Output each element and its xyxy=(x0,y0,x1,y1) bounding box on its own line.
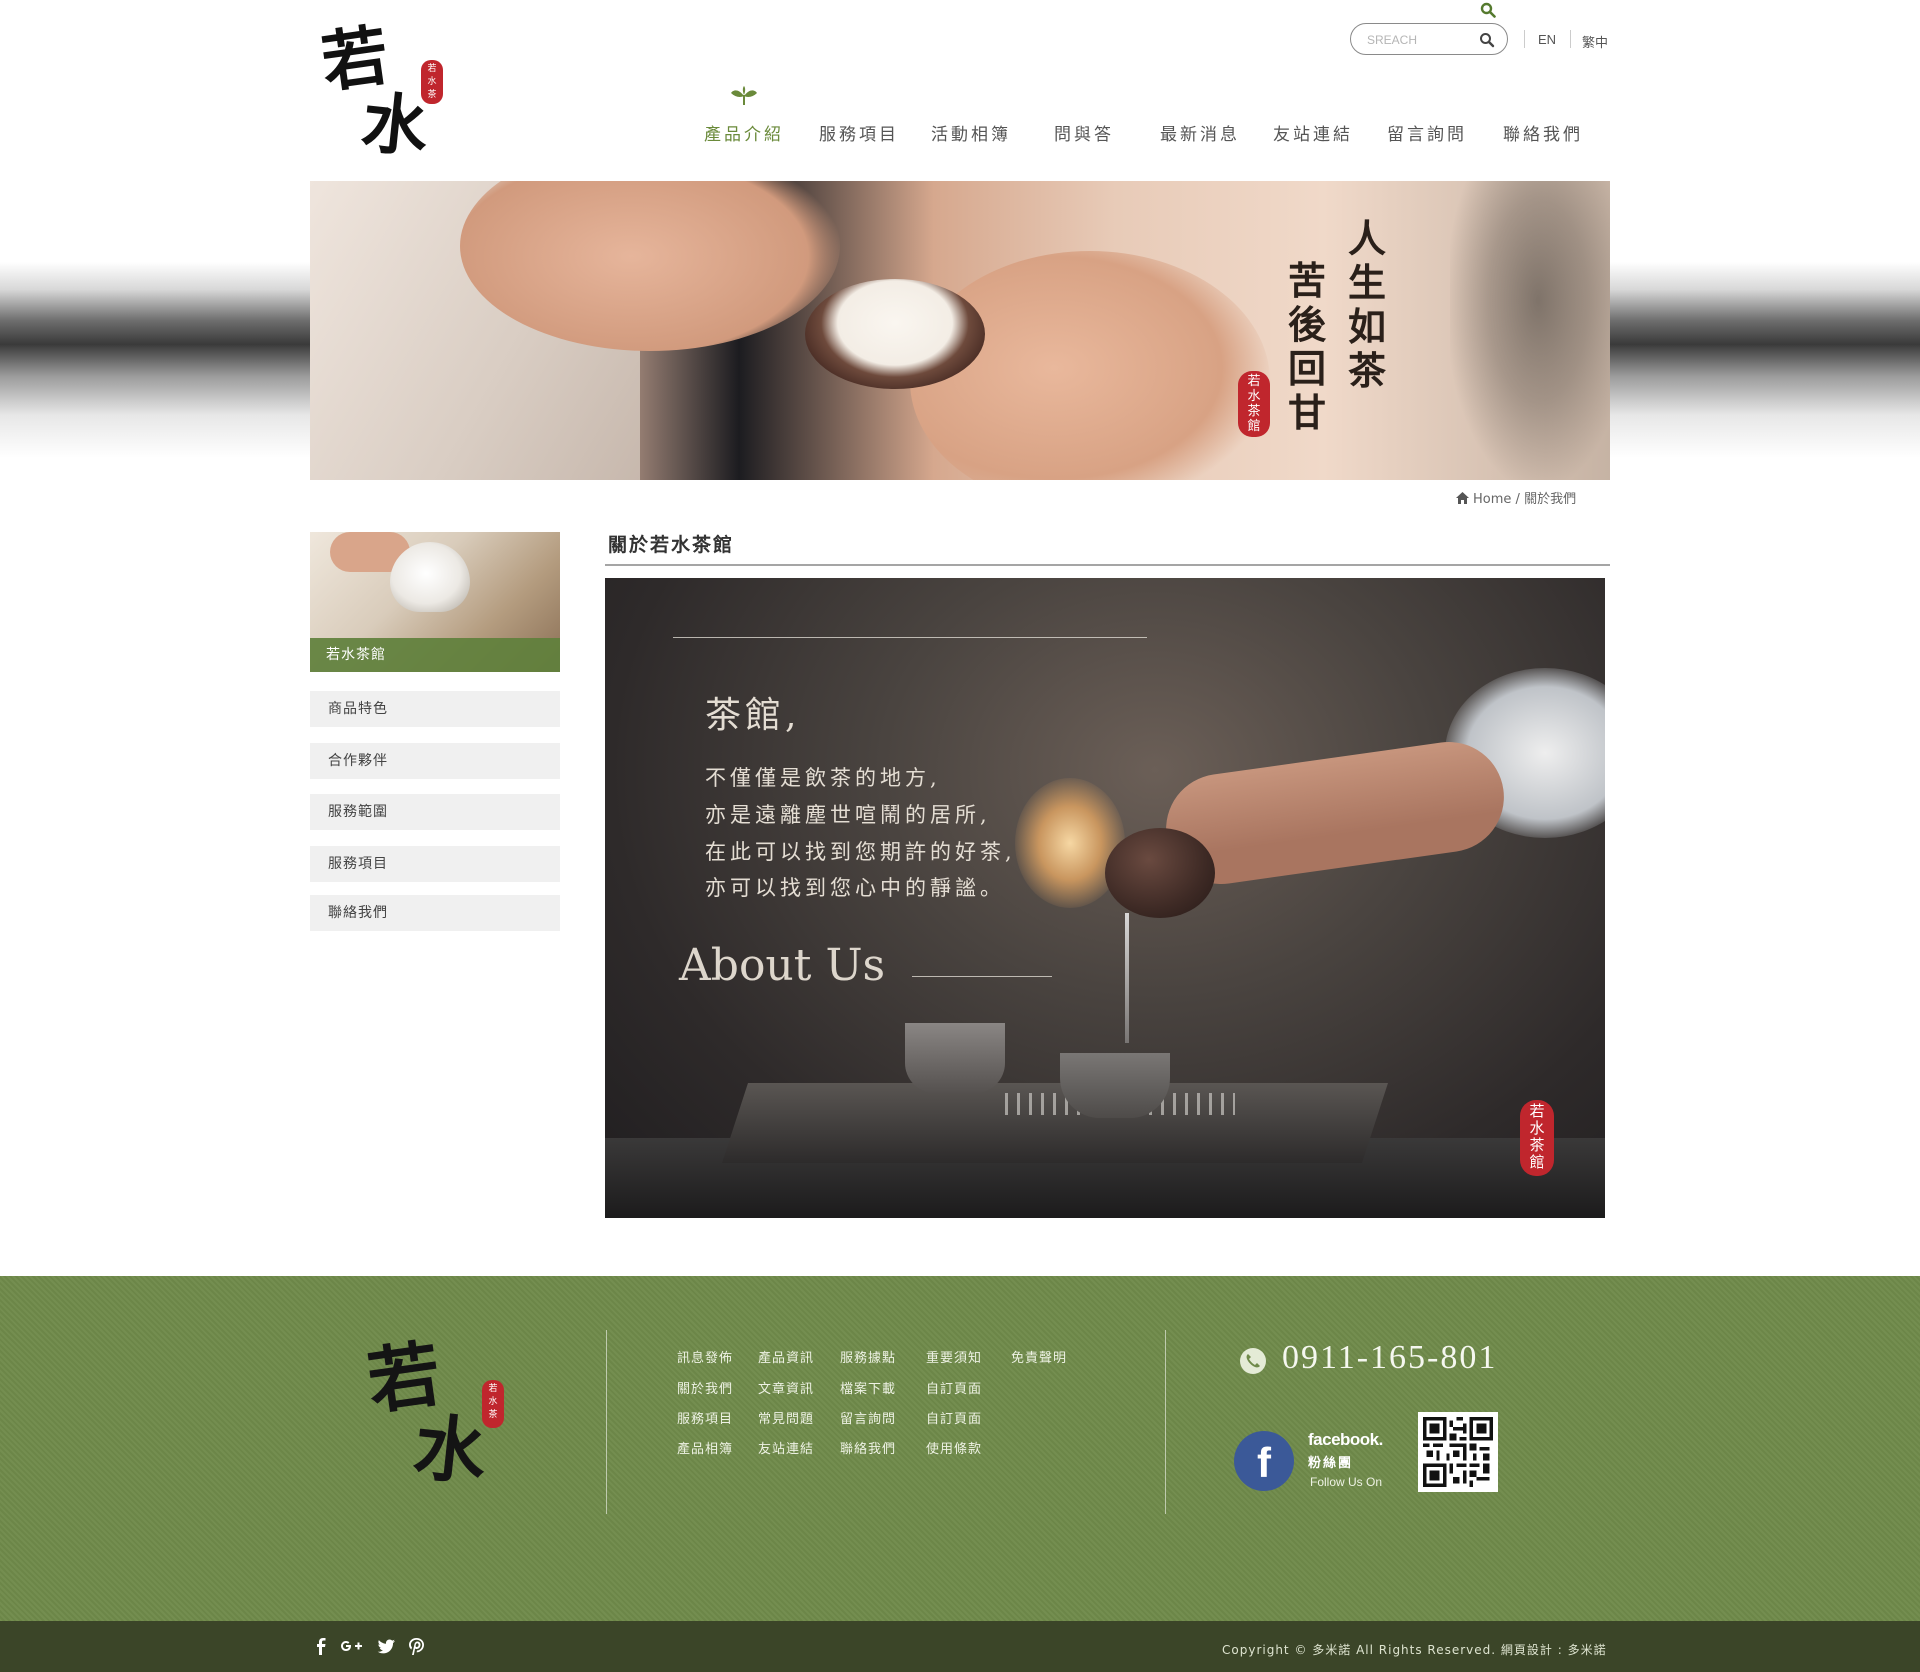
tea-stream xyxy=(1125,913,1129,1043)
nav-item-contact[interactable]: 聯絡我們 xyxy=(1503,120,1583,145)
footer-link[interactable]: 重要須知 xyxy=(926,1347,982,1366)
divider xyxy=(912,976,1052,977)
footer-link[interactable]: 產品相簿 xyxy=(677,1438,733,1457)
photo-teapot xyxy=(1105,828,1215,918)
sidebar-item-contact[interactable]: 聯絡我們 xyxy=(310,895,560,931)
mist-mountains xyxy=(1610,262,1920,458)
photo-teapot xyxy=(390,542,470,612)
breadcrumb-current: 關於我們 xyxy=(1524,492,1577,507)
follow-us-label: Follow Us On xyxy=(1310,1475,1383,1489)
leaf-icon xyxy=(731,86,757,105)
footer-link[interactable]: 留言詢問 xyxy=(840,1408,896,1427)
footer-link[interactable]: 使用條款 xyxy=(926,1438,982,1457)
facebook-wordmark[interactable]: facebook. xyxy=(1308,1430,1383,1450)
sidebar-item-services[interactable]: 服務項目 xyxy=(310,846,560,882)
about-line: 亦是遠離塵世喧鬧的居所, xyxy=(705,803,991,827)
sidebar-photo-caption: 若水茶館 xyxy=(310,638,560,672)
facebook-icon[interactable]: f xyxy=(1234,1431,1294,1491)
lang-en-link[interactable]: EN xyxy=(1538,32,1556,47)
page-title: 關於若水茶館 xyxy=(608,534,735,556)
nav-item-links[interactable]: 友站連結 xyxy=(1273,120,1353,145)
facebook-icon[interactable] xyxy=(310,1635,332,1657)
footer-link[interactable]: 檔案下載 xyxy=(840,1378,896,1397)
footer-link[interactable]: 自訂頁面 xyxy=(926,1378,982,1397)
banner-tea-cup xyxy=(805,279,985,389)
breadcrumb-home-link[interactable]: Home xyxy=(1473,492,1511,507)
breadcrumb: Home / 關於我們 xyxy=(1456,488,1576,507)
bottom-bar xyxy=(0,1621,1920,1672)
footer-link[interactable]: 產品資訊 xyxy=(758,1347,814,1366)
tea-cups xyxy=(905,1023,1005,1093)
mist-mountains xyxy=(0,262,310,458)
footer-link[interactable]: 常見問題 xyxy=(758,1408,814,1427)
logo-char: 水 xyxy=(409,1403,491,1496)
divider xyxy=(1165,1330,1166,1514)
divider xyxy=(1570,30,1571,48)
divider xyxy=(605,564,1610,566)
footer-link[interactable]: 文章資訊 xyxy=(758,1378,814,1397)
search-icon[interactable] xyxy=(1479,32,1495,48)
nav-item-faq[interactable]: 問與答 xyxy=(1054,120,1114,145)
search-input[interactable] xyxy=(1367,30,1477,50)
copyright-text: Copyright © 多米諾 All Rights Reserved. 網頁設… xyxy=(1222,1643,1607,1657)
footer-logo[interactable]: 若 水 若 水 茶 xyxy=(362,1330,504,1502)
main-nav: 產品介紹 服務項目 活動相簿 問與答 最新消息 友站連結 留言詢問 聯絡我們 xyxy=(690,120,1590,145)
logo-seal: 若 水 茶 xyxy=(482,1380,504,1428)
sidebar-item-partners[interactable]: 合作夥伴 xyxy=(310,743,560,779)
divider xyxy=(1524,30,1525,48)
about-line: 在此可以找到您期許的好茶, xyxy=(705,840,1016,864)
banner-seal: 若 水 茶 館 xyxy=(1238,371,1270,437)
divider xyxy=(606,1330,607,1514)
sidebar-photo[interactable]: 若水茶館 xyxy=(310,532,560,672)
footer-link[interactable]: 服務據點 xyxy=(840,1347,896,1366)
about-line: 不僅僅是飲茶的地方, xyxy=(705,766,941,790)
sidebar-item-service-area[interactable]: 服務範圍 xyxy=(310,794,560,830)
about-heading: 茶館, xyxy=(705,695,801,736)
site-header: 若 水 若 水 茶 EN 繁中 產品介紹 服務項目 活動相簿 問與答 最新消息 … xyxy=(0,0,1920,180)
footer-link[interactable]: 服務項目 xyxy=(677,1408,733,1427)
search-icon[interactable] xyxy=(1480,2,1496,18)
phone-icon xyxy=(1240,1348,1266,1374)
pinterest-icon[interactable] xyxy=(405,1635,427,1657)
lang-zh-link[interactable]: 繁中 xyxy=(1582,32,1608,51)
footer-link[interactable]: 友站連結 xyxy=(758,1438,814,1457)
footer-link[interactable]: 關於我們 xyxy=(677,1378,733,1397)
search-box xyxy=(1350,23,1508,55)
nav-item-albums[interactable]: 活動相簿 xyxy=(931,120,1011,145)
about-us-label: About Us xyxy=(679,940,886,991)
twitter-icon[interactable] xyxy=(375,1635,397,1657)
breadcrumb-separator: / xyxy=(1515,492,1520,507)
hero-banner: 人生如茶 苦後回甘 若 水 茶 館 xyxy=(310,181,1610,480)
banner-ink-wash xyxy=(1450,181,1610,480)
sidebar-item-features[interactable]: 商品特色 xyxy=(310,691,560,727)
tea-cup xyxy=(1060,1053,1170,1118)
nav-item-products[interactable]: 產品介紹 xyxy=(704,120,784,145)
phone-number[interactable]: 0911-165-801 xyxy=(1282,1339,1497,1377)
banner-poem-line: 人生如茶 xyxy=(1347,216,1386,393)
nav-item-news[interactable]: 最新消息 xyxy=(1160,120,1240,145)
facebook-fanpage-label[interactable]: 粉絲團 xyxy=(1308,1452,1353,1471)
divider xyxy=(673,637,1147,638)
footer-link[interactable]: 免責聲明 xyxy=(1011,1347,1067,1366)
footer-link[interactable]: 訊息發佈 xyxy=(677,1347,733,1366)
google-plus-icon[interactable] xyxy=(338,1635,364,1657)
footer-link[interactable]: 自訂頁面 xyxy=(926,1408,982,1427)
nav-item-services[interactable]: 服務項目 xyxy=(819,120,899,145)
nav-item-guestbook[interactable]: 留言詢問 xyxy=(1387,120,1467,145)
about-photo: 茶館, 不僅僅是飲茶的地方, 亦是遠離塵世喧鬧的居所, 在此可以找到您期許的好茶… xyxy=(605,578,1605,1218)
site-logo[interactable]: 若 水 若 水 茶 xyxy=(317,16,448,167)
about-line: 亦可以找到您心中的靜謐。 xyxy=(705,876,1005,900)
home-icon xyxy=(1456,492,1469,504)
footer-link[interactable]: 聯絡我們 xyxy=(840,1438,896,1457)
photo-seal: 若 水 茶 館 xyxy=(1520,1100,1554,1176)
qr-code xyxy=(1418,1412,1498,1492)
banner-poem-line: 苦後回甘 xyxy=(1287,258,1326,435)
logo-seal: 若 水 茶 xyxy=(421,60,443,104)
